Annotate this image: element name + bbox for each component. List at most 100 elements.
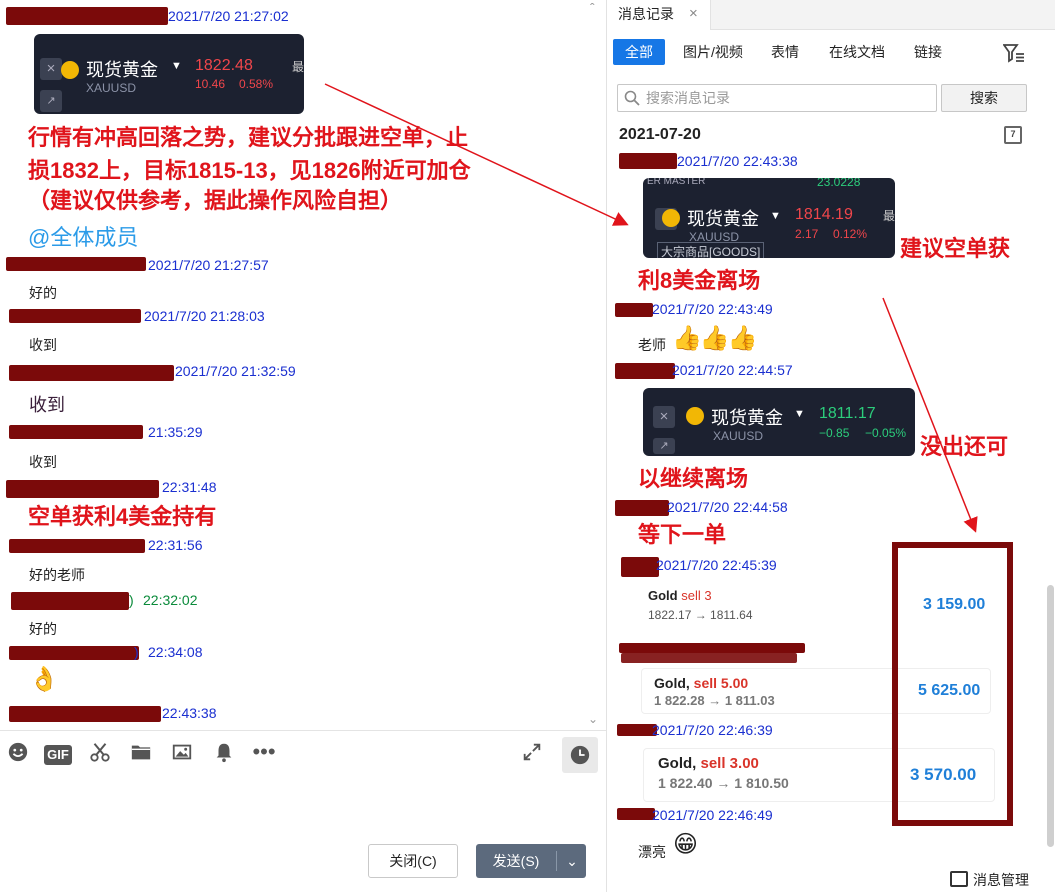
expand-icon[interactable]: ↗ [653, 438, 675, 454]
ticker-truncated-label: 最 [883, 209, 895, 223]
message-timestamp: 2021/7/20 21:27:02 [168, 8, 289, 24]
tab-label: 消息记录 [618, 6, 674, 22]
mention-all[interactable]: @全体成员 [28, 220, 138, 252]
redacted-sender [11, 592, 129, 610]
chevron-down-icon[interactable]: ▼ [171, 60, 182, 72]
folder-icon[interactable] [127, 741, 155, 769]
search-button[interactable]: 搜索 [941, 84, 1027, 112]
close-icon[interactable]: × [689, 0, 698, 28]
redacted-sender [6, 257, 146, 271]
filter-all[interactable]: 全部 [613, 39, 665, 65]
redacted-sender [9, 706, 161, 722]
redacted-sender [6, 480, 159, 498]
message-timestamp: 22:32:02 [143, 592, 198, 608]
ticker-change: 10.46 [195, 77, 226, 91]
history-clock-icon[interactable] [562, 737, 598, 773]
filter-links[interactable]: 链接 [910, 39, 946, 65]
message-timestamp: 2021/7/20 22:43:49 [652, 301, 773, 317]
ticker-tag: 大宗商品[GOODS] [657, 242, 765, 258]
redacted-sender [9, 539, 145, 553]
message-text: 漂亮 [638, 844, 666, 860]
expand-icon[interactable]: ↗ [40, 90, 62, 112]
ticker-name: 现货黄金 [687, 209, 759, 229]
chevron-down-icon[interactable]: ▼ [770, 210, 781, 222]
gold-ticker-card[interactable]: × ↗ 现货黄金 ▼ XAUUSD 1811.17 −0.85 −0.05% [643, 388, 915, 456]
emoji-icon[interactable] [4, 741, 32, 769]
message-timestamp: 22:31:56 [148, 537, 203, 553]
redacted-sender [9, 425, 143, 439]
bracket-close: ) [129, 592, 134, 608]
chevron-down-icon[interactable]: ⌄ [562, 844, 582, 878]
bell-icon[interactable] [210, 741, 238, 769]
image-icon[interactable] [168, 741, 196, 769]
gold-logo-icon [61, 61, 79, 79]
message-timestamp: 2021/7/20 21:27:57 [148, 257, 269, 273]
scroll-up-icon[interactable]: ˆ [590, 0, 595, 16]
filter-media[interactable]: 图片/视频 [678, 39, 748, 65]
message-timestamp: 2021/7/20 22:46:39 [652, 722, 773, 738]
chevron-down-icon[interactable]: ▼ [794, 408, 805, 420]
analysis-line: 行情有冲高回落之势，建议分批跟进空单，止 [28, 125, 469, 150]
ticker-price: 1811.17 [819, 405, 876, 422]
tab-message-history[interactable]: 消息记录 × [607, 0, 711, 30]
gold-ticker-card[interactable]: × ↗ 现货黄金 ▼ XAUUSD 1822.48 10.46 0.58% 最 [34, 34, 304, 114]
redacted-sender [6, 7, 168, 25]
close-button[interactable]: 关闭(C) [368, 844, 458, 878]
send-button-label: 发送(S) [492, 853, 540, 869]
trade-range: 1 822.40 → 1 810.50 [658, 775, 789, 791]
redacted-sender [9, 365, 174, 381]
ticker-percent: 0.12% [833, 227, 868, 241]
expand-icon[interactable] [518, 741, 546, 769]
collapse-icon[interactable]: ⌄ [588, 712, 598, 726]
message-text: 好的老师 [29, 567, 85, 583]
ticker-change: −0.85 [819, 426, 850, 440]
search-icon [624, 90, 640, 106]
ticker-truncated-label: 最 [292, 60, 304, 74]
history-scrollbar[interactable] [1047, 585, 1054, 847]
annotation-text: 建议空单获 [900, 236, 1011, 261]
trade-range: 1 822.28 → 1 811.03 [654, 693, 775, 708]
redacted-sender [617, 808, 655, 820]
input-toolbar: GIF ••• [0, 730, 606, 778]
send-separator [556, 851, 557, 871]
ticker-symbol: XAUUSD [713, 429, 764, 443]
ticker-name: 现货黄金 [86, 60, 158, 80]
redacted-sender [621, 653, 797, 663]
gold-logo-icon [662, 209, 680, 227]
more-icon[interactable]: ••• [250, 741, 278, 769]
gif-icon[interactable]: GIF [44, 745, 72, 765]
search-box[interactable] [617, 84, 937, 112]
message-timestamp: 22:43:38 [162, 705, 217, 721]
close-icon[interactable]: × [40, 58, 62, 80]
annotation-text: 没出还可 [920, 434, 1009, 459]
message-text: 收到 [29, 337, 57, 353]
filter-stickers[interactable]: 表情 [765, 39, 805, 65]
calendar-icon[interactable]: 7 [1004, 126, 1022, 144]
message-text: 好的 [29, 621, 57, 637]
message-timestamp: 2021/7/20 22:46:49 [652, 807, 773, 823]
close-icon[interactable]: × [653, 406, 675, 428]
redacted-sender [619, 153, 677, 169]
ticker-percent: 0.58% [239, 77, 274, 91]
gold-logo-icon [686, 407, 704, 425]
message-timestamp: 2021/7/20 22:44:58 [667, 499, 788, 515]
scissors-icon[interactable] [86, 741, 114, 769]
annotation-text: 利8美金离场 [638, 268, 761, 293]
message-manage-link[interactable]: 消息管理 [973, 870, 1029, 890]
trade-title: Gold, sell 3.00 [658, 755, 759, 772]
trade-title: Gold sell 3 [648, 588, 712, 603]
highlight-frame [892, 542, 1013, 826]
message-text: 好的 [29, 285, 57, 301]
trade-range: 1822.17 → 1811.64 [648, 608, 753, 622]
message-manage-icon [950, 871, 968, 887]
filter-docs[interactable]: 在线文档 [825, 39, 889, 65]
message-text: 收到 [29, 454, 57, 470]
search-input[interactable] [646, 88, 931, 108]
filter-settings-icon[interactable] [1002, 43, 1025, 68]
bracket-close: ) [134, 644, 139, 660]
ticker-header: ER MASTER [647, 178, 706, 187]
send-button[interactable]: 发送(S) ⌄ [476, 844, 586, 878]
redacted-sender [619, 643, 805, 653]
gold-ticker-card[interactable]: ER MASTER 23.0228 × 现货黄金 ▼ XAUUSD 1814.1… [643, 178, 895, 258]
message-text: 老师 [638, 337, 666, 353]
